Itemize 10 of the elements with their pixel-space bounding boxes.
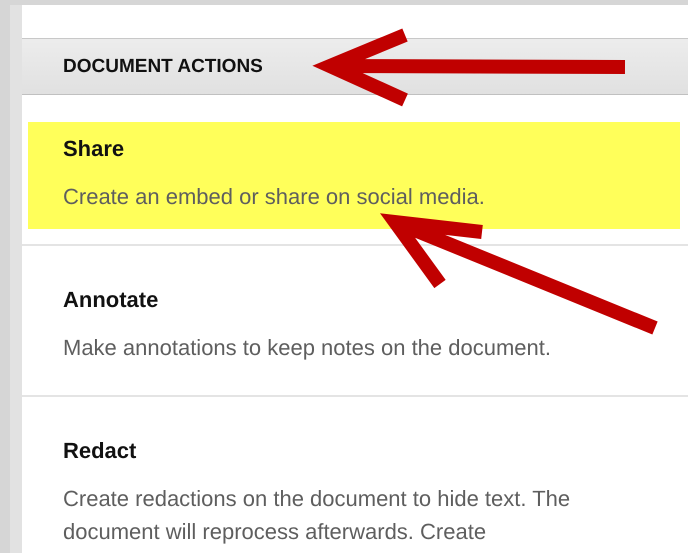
action-item[interactable]: Annotate Make annotations to keep notes on the document. <box>28 273 680 380</box>
action-item[interactable]: Redact Create redactions on the document to hide text. The document will reprocess afterwards. Create <box>28 424 680 553</box>
action-title: Share <box>63 135 126 163</box>
action-description: Make annotations to keep notes on the document. <box>63 334 552 362</box>
highlighted-action[interactable]: Share Create an embed or share on social media. <box>28 122 680 229</box>
action-title: Annotate <box>63 286 160 314</box>
action-title: Redact <box>63 437 138 465</box>
action-description: Create an embed or share on social media. <box>63 183 486 211</box>
section-title: DOCUMENT ACTIONS <box>63 56 263 78</box>
action-description: Create redactions on the document to hide text. The document will reprocess afterwards. Create <box>63 485 572 546</box>
